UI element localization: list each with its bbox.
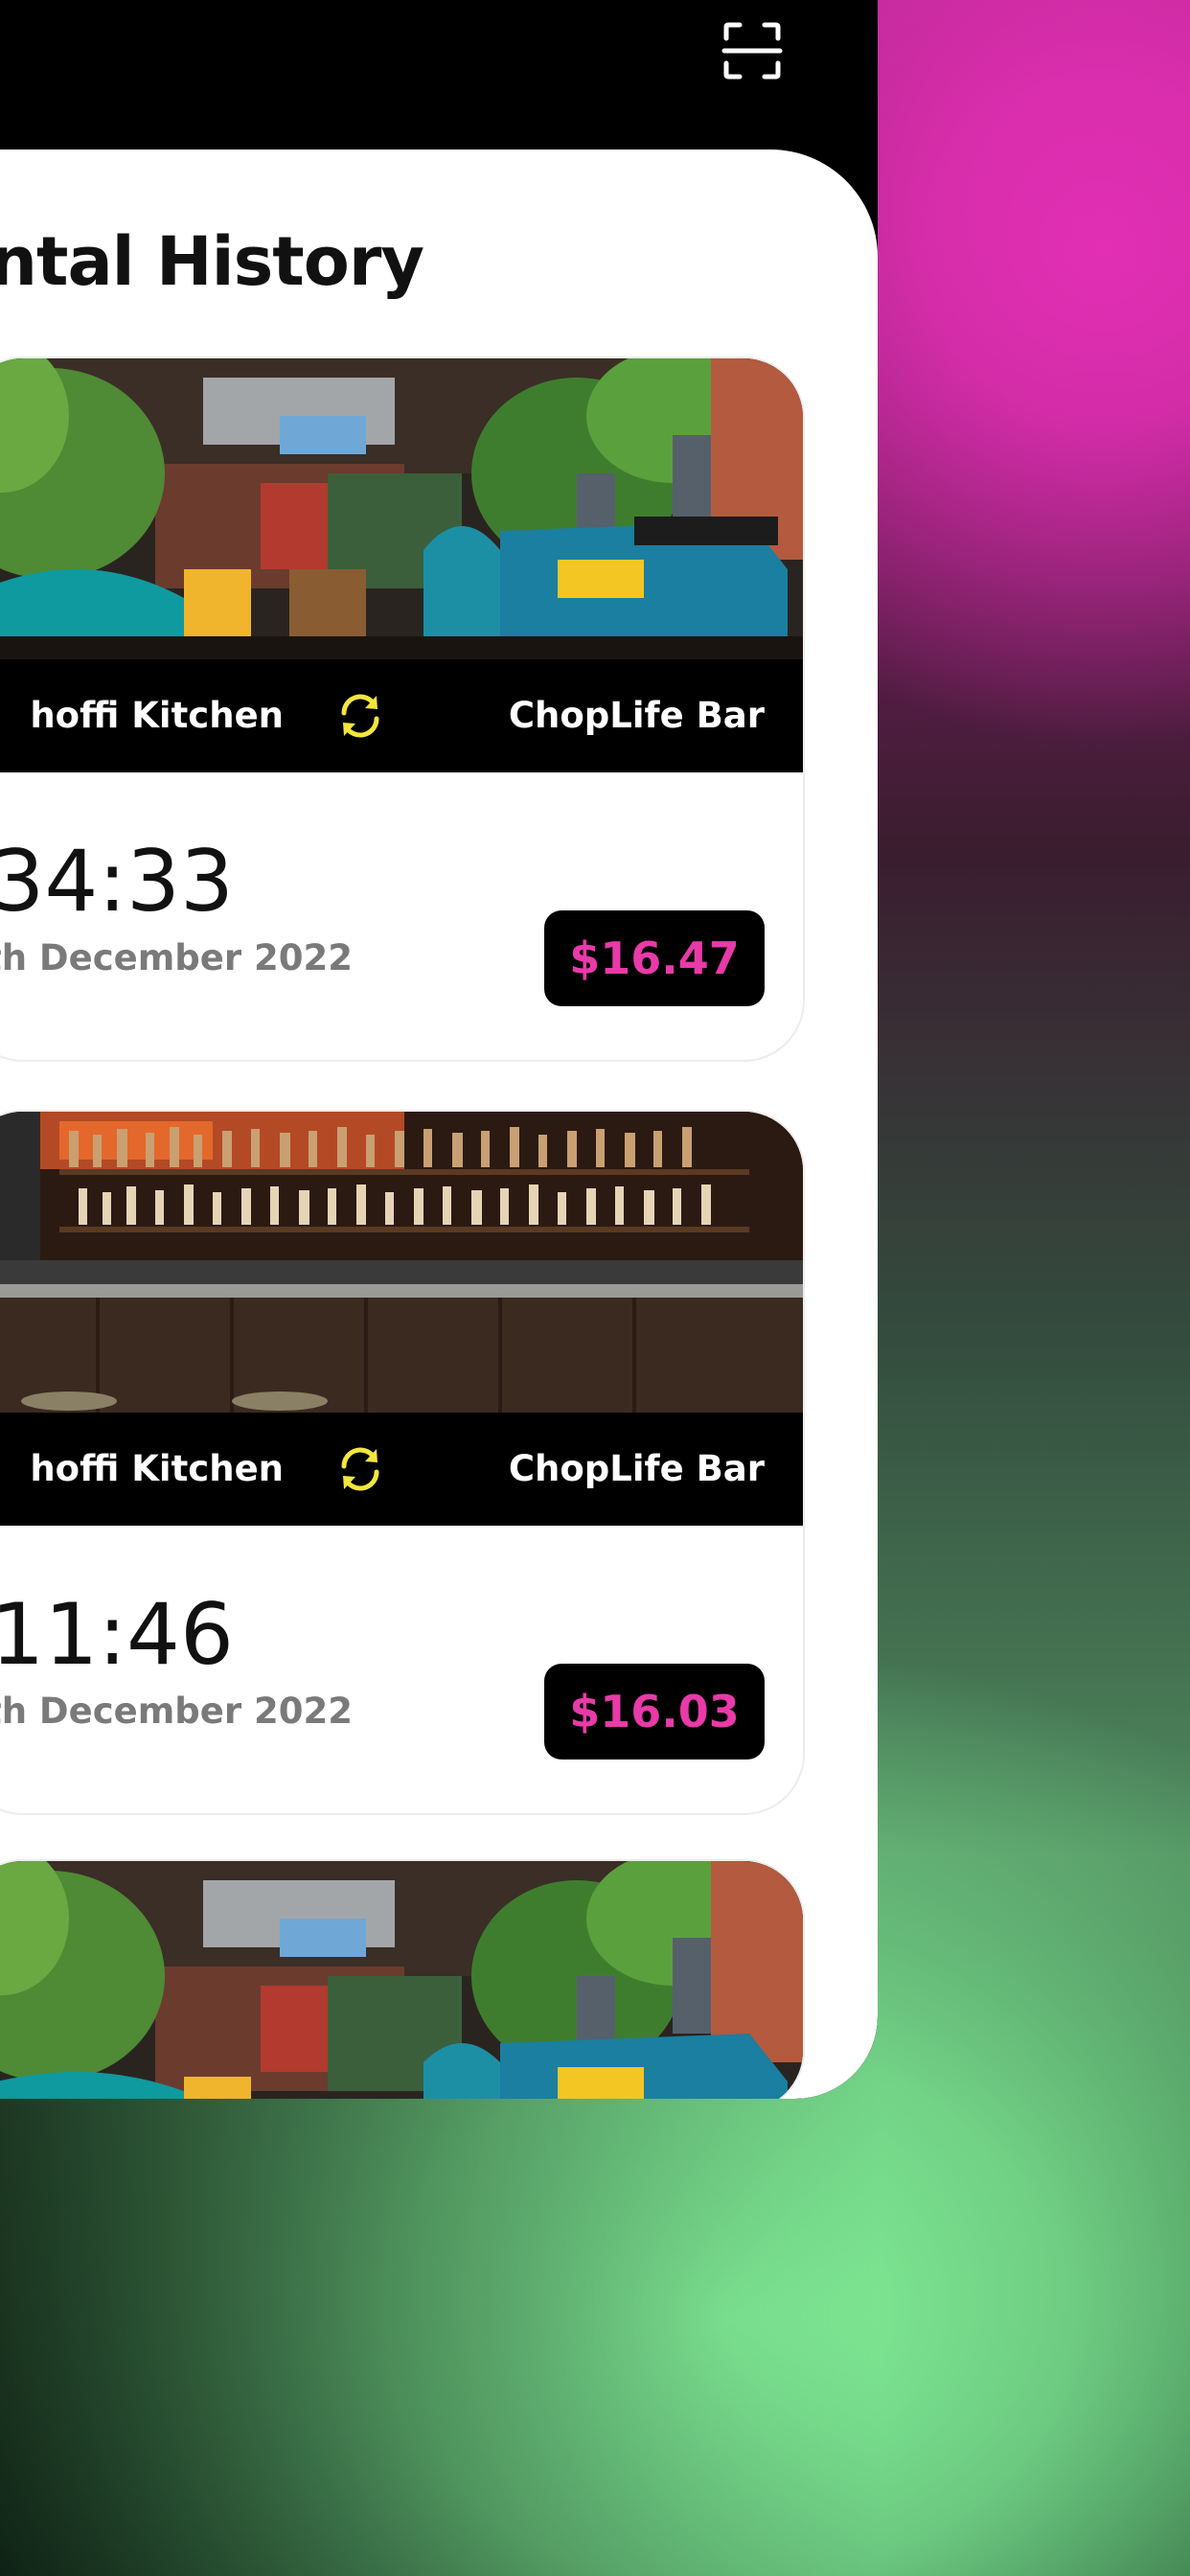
rental-card[interactable]: hoffi Kitchen ChopLife Bar 11:46 ed. 9th… [0,1110,805,1815]
page-title: ental History [0,222,424,301]
from-location: hoffi Kitchen [30,1448,284,1489]
rental-history-sheet: ental History [0,150,878,2099]
rental-date: ed. 9th December 2022 [0,1690,353,1732]
from-location: hoffi Kitchen [30,695,284,736]
to-location: ChopLife Bar [508,695,765,736]
to-location: ChopLife Bar [508,1448,765,1489]
rental-details: 11:46 ed. 9th December 2022 $16.03 [0,1526,803,1813]
top-bar [0,0,878,153]
price-badge[interactable]: $16.47 [544,910,765,1006]
restaurant-interior-image [0,1861,803,2099]
rental-duration: 34:33 [0,832,234,931]
rental-card[interactable]: hoffi Kitchen ChopLife Bar 34:33 t. 5th … [0,356,805,1062]
price-badge[interactable]: $16.03 [544,1664,765,1760]
phone-screen: ental History [0,0,878,2099]
restaurant-interior-image [0,358,803,659]
rental-card[interactable] [0,1859,805,2099]
rental-details: 34:33 t. 5th December 2022 $16.47 [0,772,803,1060]
swap-refresh-icon[interactable] [332,1441,388,1497]
bar-counter-image [0,1112,803,1413]
route-bar: hoffi Kitchen ChopLife Bar [0,1413,803,1526]
rental-date: t. 5th December 2022 [0,937,353,978]
scan-frame-icon[interactable] [721,19,784,82]
swap-refresh-icon[interactable] [332,688,388,744]
rental-duration: 11:46 [0,1585,234,1684]
route-bar: hoffi Kitchen ChopLife Bar [0,659,803,772]
